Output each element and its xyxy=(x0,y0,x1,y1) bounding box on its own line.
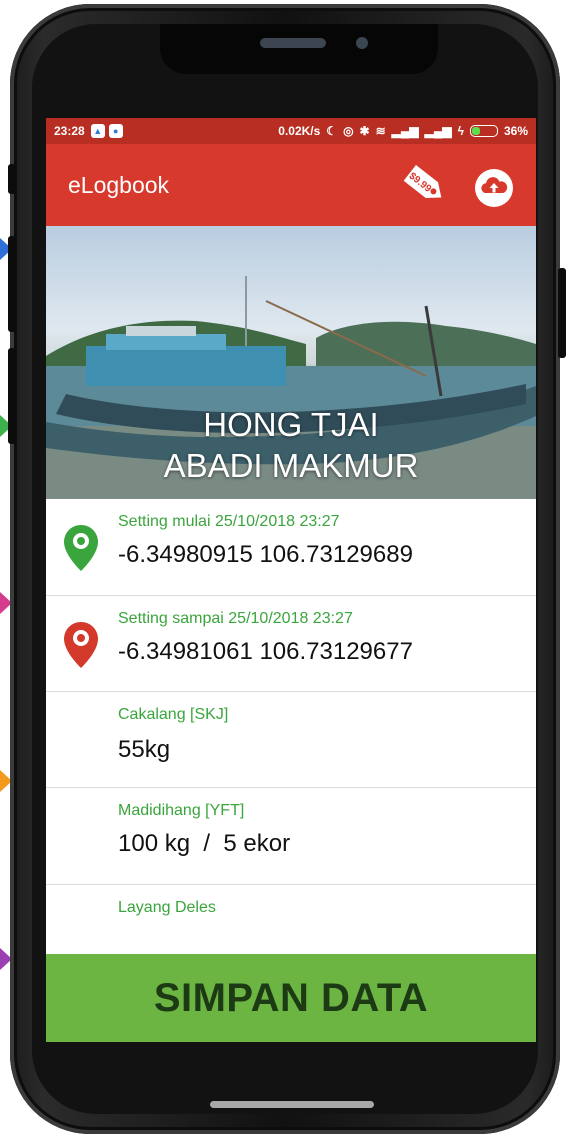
notification-person-icon: ● xyxy=(108,124,123,138)
battery-icon xyxy=(469,125,498,137)
entry-cakalang[interactable]: Cakalang [SKJ] 55kg xyxy=(46,692,536,788)
notification-app-icon: ▲ xyxy=(90,124,105,138)
bluetooth-icon: ✱ xyxy=(359,124,370,138)
charging-icon: ϟ xyxy=(457,124,464,138)
entry-label: Layang Deles xyxy=(118,899,216,916)
entry-setting-start[interactable]: Setting mulai 25/10/2018 23:27 -6.349809… xyxy=(46,499,536,596)
app-screen: 23:28 ▲ ● 0.02K/s ☾ ◎ ✱ ≋ ▂▄▆ ▂▄▆ ϟ 36% … xyxy=(46,118,536,1042)
speaker-grille xyxy=(260,38,326,48)
entry-layang-deles[interactable]: Layang Deles xyxy=(46,885,536,965)
price-tag-icon[interactable]: $9.99 xyxy=(398,160,450,213)
wifi-icon: ≋ xyxy=(375,124,386,138)
entry-list: Setting mulai 25/10/2018 23:27 -6.349809… xyxy=(46,499,536,965)
entry-label: Setting sampai 25/10/2018 23:27 xyxy=(118,610,353,627)
app-bar: eLogbook $9.99 xyxy=(46,144,536,226)
red-location-pin-icon xyxy=(62,620,100,675)
power-button xyxy=(558,268,566,358)
signal-icon-2: ▂▄▆ xyxy=(424,124,452,138)
volume-down-button xyxy=(8,348,16,444)
green-location-pin-icon xyxy=(62,523,100,578)
entry-label: Setting mulai 25/10/2018 23:27 xyxy=(118,513,340,530)
cloud-upload-icon[interactable] xyxy=(474,168,514,213)
network-speed: 0.02K/s xyxy=(278,124,321,138)
vessel-name-line2: ABADI MAKMUR xyxy=(163,447,419,484)
entry-setting-end[interactable]: Setting sampai 25/10/2018 23:27 -6.34981… xyxy=(46,596,536,692)
entry-value: 55kg xyxy=(118,736,171,763)
mute-switch xyxy=(8,164,16,194)
save-button[interactable]: SIMPAN DATA xyxy=(46,954,536,1042)
entry-madidihang[interactable]: Madidihang [YFT] 100 kg / 5 ekor xyxy=(46,788,536,885)
phone-notch xyxy=(160,24,438,74)
status-right-group: 0.02K/s ☾ ◎ ✱ ≋ ▂▄▆ ▂▄▆ ϟ 36% xyxy=(278,124,528,138)
entry-value: 100 kg / 5 ekor xyxy=(118,830,291,857)
moon-icon: ☾ xyxy=(326,124,338,138)
home-indicator[interactable] xyxy=(210,1101,374,1108)
status-time: 23:28 xyxy=(54,124,85,138)
volume-up-button xyxy=(8,236,16,332)
vessel-name-line1: HONG TJAI xyxy=(203,406,379,443)
entry-value: -6.34981061 106.73129677 xyxy=(118,638,413,665)
location-icon: ◎ xyxy=(343,124,354,138)
vessel-banner: HONG TJAI ABADI MAKMUR xyxy=(46,226,536,499)
status-bar: 23:28 ▲ ● 0.02K/s ☾ ◎ ✱ ≋ ▂▄▆ ▂▄▆ ϟ 36% xyxy=(46,118,536,144)
signal-icon: ▂▄▆ xyxy=(391,124,419,138)
entry-label: Cakalang [SKJ] xyxy=(118,706,229,723)
battery-percent: 36% xyxy=(503,124,528,138)
entry-label: Madidihang [YFT] xyxy=(118,802,245,819)
vessel-name: HONG TJAI ABADI MAKMUR xyxy=(46,404,536,486)
entry-value: -6.34980915 106.73129689 xyxy=(118,541,413,568)
front-camera xyxy=(356,37,368,49)
app-title: eLogbook xyxy=(68,171,170,198)
